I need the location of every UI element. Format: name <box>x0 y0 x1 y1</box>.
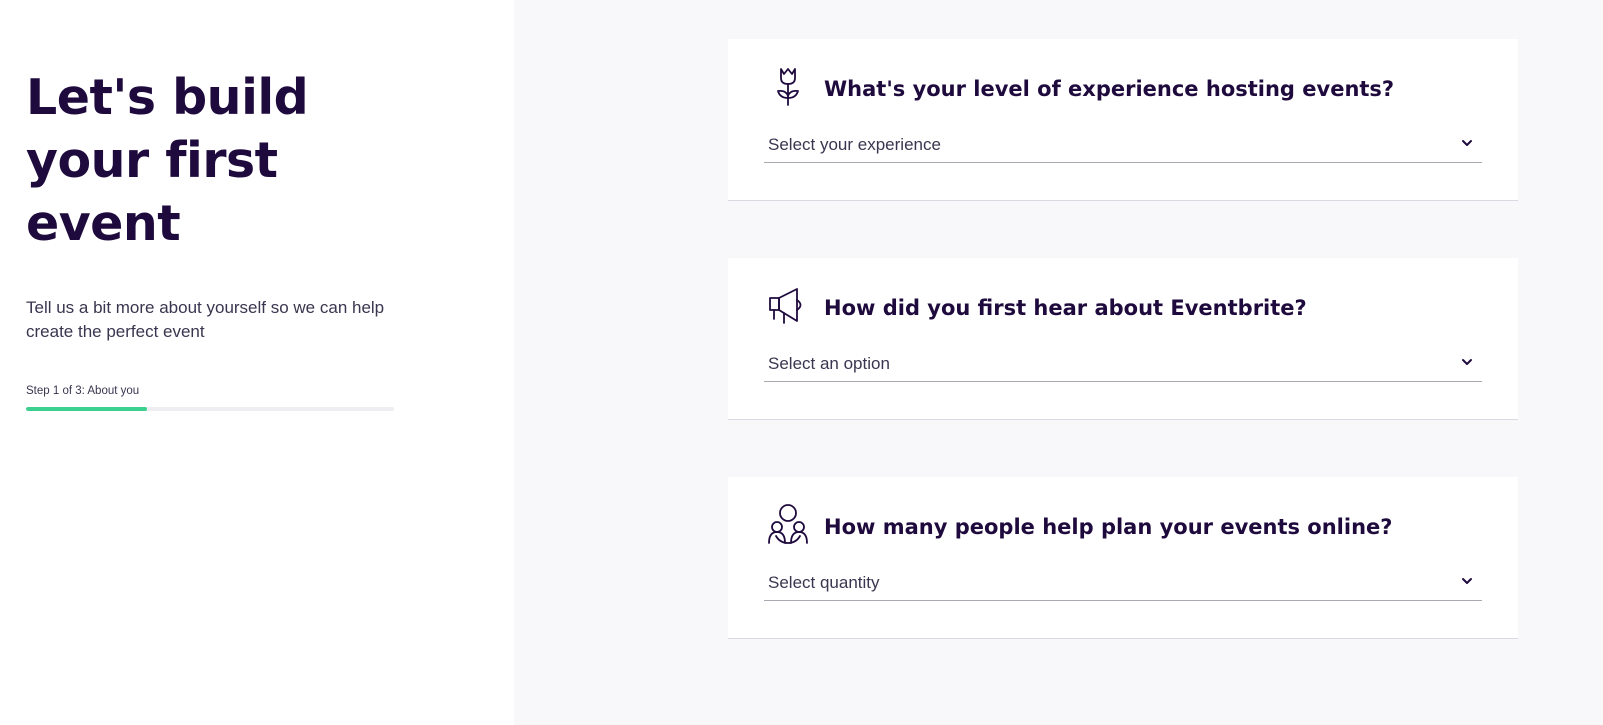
page-title: Let's build your first event <box>26 69 309 252</box>
question-referral: How did you first hear about Eventbrite? <box>824 296 1307 320</box>
question-team-size: How many people help plan your events on… <box>824 515 1393 539</box>
team-size-select-placeholder: Select quantity <box>768 573 880 592</box>
experience-select[interactable]: Select your experience <box>764 129 1482 163</box>
tulip-icon <box>766 65 810 109</box>
progress-bar <box>26 407 394 411</box>
intro-panel: Let's build your first event Tell us a b… <box>0 0 514 725</box>
page-subtitle: Tell us a bit more about yourself so we … <box>26 298 385 341</box>
chevron-down-icon <box>1462 140 1472 146</box>
question-card-referral: How did you first hear about Eventbrite?… <box>728 258 1518 420</box>
megaphone-icon <box>766 284 810 328</box>
question-card-experience: What's your level of experience hosting … <box>728 39 1518 201</box>
team-size-select[interactable]: Select quantity <box>764 567 1482 601</box>
referral-select[interactable]: Select an option <box>764 348 1482 382</box>
question-experience: What's your level of experience hosting … <box>824 77 1395 101</box>
progress-fill <box>26 407 148 411</box>
chevron-down-icon <box>1462 578 1472 584</box>
experience-select-placeholder: Select your experience <box>768 135 941 154</box>
chevron-down-icon <box>1462 359 1472 365</box>
referral-select-placeholder: Select an option <box>768 354 890 373</box>
question-card-team-size: How many people help plan your events on… <box>728 477 1518 639</box>
step-label: Step 1 of 3: About you <box>26 385 140 397</box>
people-icon <box>766 503 810 547</box>
